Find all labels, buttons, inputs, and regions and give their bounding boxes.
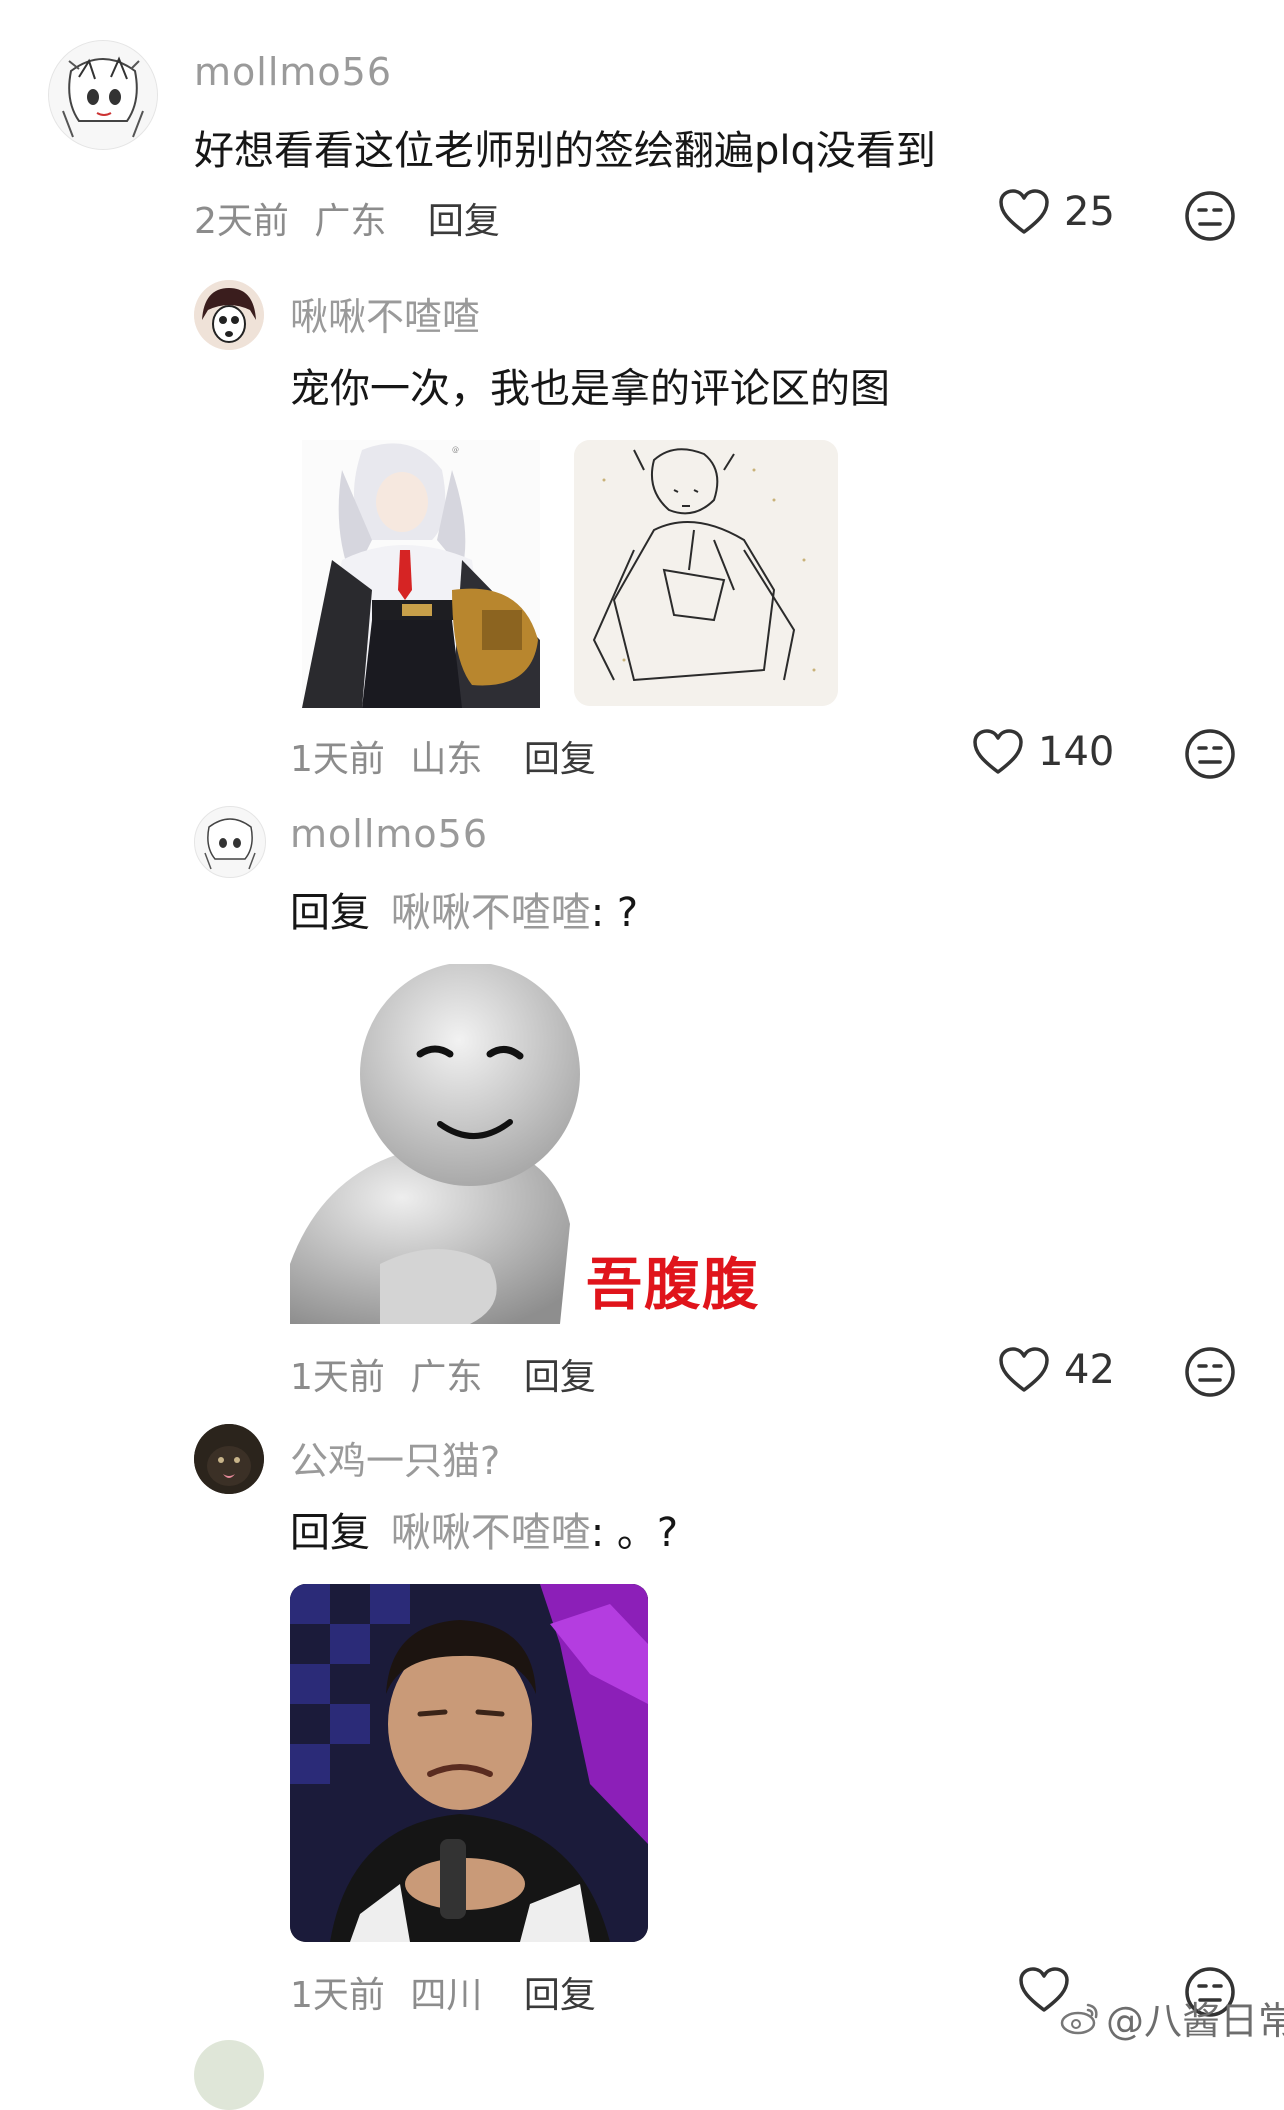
avatar-reply-3[interactable] xyxy=(194,1424,264,1494)
reply-2-reply-to[interactable]: 啾啾不喳喳 xyxy=(391,890,591,936)
comment-like-count: 25 xyxy=(1064,189,1115,235)
weibo-watermark: @八酱日常 xyxy=(1060,1990,1284,2045)
cartoon-avatar-illustration xyxy=(194,280,264,350)
comment-text: 好想看看这位老师别的签绘翻遍plq没看到 xyxy=(194,128,936,174)
avatar-reply-2[interactable] xyxy=(194,806,266,878)
reply-3-username[interactable]: 公鸡一只猫? xyxy=(290,1430,500,1485)
reply-3-reply-text: : 。? xyxy=(590,1510,679,1556)
comment-meta: 2天前 广东 回复 xyxy=(194,192,500,244)
neutral-face-icon xyxy=(1185,191,1235,241)
comment-location: 广东 xyxy=(314,201,387,242)
heart-outline-icon xyxy=(999,1347,1049,1392)
comment-dislike-button[interactable] xyxy=(1184,190,1236,242)
reply-3-time: 1天前 xyxy=(290,1975,385,2016)
reply-3-location: 四川 xyxy=(410,1975,483,2016)
reply-2-location: 广东 xyxy=(410,1357,483,1398)
comment-time: 2天前 xyxy=(194,201,289,242)
reply-1-like-button[interactable]: 140 xyxy=(972,728,1114,776)
reply-1-time: 1天前 xyxy=(290,739,385,780)
comment-username[interactable]: mollmo56 xyxy=(194,50,392,94)
reply-1-location: 山东 xyxy=(410,739,483,780)
heart-outline-icon xyxy=(973,729,1023,774)
reply-3-reply-prefix: 回复 xyxy=(290,1510,370,1556)
neutral-face-icon xyxy=(1185,729,1235,779)
reply-2-reply-button[interactable]: 回复 xyxy=(524,1357,596,1398)
reply-1-like-count: 140 xyxy=(1038,729,1115,775)
reply-2-dislike-button[interactable] xyxy=(1184,1346,1236,1398)
watermark-text: @八酱日常 xyxy=(1106,1999,1284,2043)
reply-2-username[interactable]: mollmo56 xyxy=(290,812,488,856)
reply-1-reply-button[interactable]: 回复 xyxy=(524,739,596,780)
reply-2-time: 1天前 xyxy=(290,1357,385,1398)
reply-2-reply-prefix: 回复 xyxy=(290,890,370,936)
reply-1-image-sketch[interactable] xyxy=(574,440,838,706)
reply-2-meta: 1天前 广东 回复 xyxy=(290,1348,596,1400)
weibo-icon xyxy=(1060,2003,1098,2034)
reply-3-reply-button[interactable]: 回复 xyxy=(524,1975,596,2016)
reply-1-text: 宠你一次，我也是拿的评论区的图 xyxy=(290,366,890,412)
reply-3-meta: 1天前 四川 回复 xyxy=(290,1966,596,2018)
reply-1-image-anime-girl[interactable]: @ xyxy=(302,440,540,708)
avatar-reply-1[interactable] xyxy=(194,280,264,350)
reply-2-like-button[interactable]: 42 xyxy=(998,1346,1115,1394)
cat-avatar-photo xyxy=(194,1424,264,1494)
reply-3-meme-image[interactable] xyxy=(290,1584,648,1942)
reply-2-like-count: 42 xyxy=(1064,1347,1115,1393)
avatar-mollmo56[interactable] xyxy=(48,40,158,150)
neutral-face-icon xyxy=(1185,1347,1235,1397)
heart-outline-icon xyxy=(999,189,1049,234)
reply-1-meta: 1天前 山东 回复 xyxy=(290,730,596,782)
anime-avatar-illustration xyxy=(195,807,265,877)
reply-2-text: 回复 啾啾不喳喳: ? xyxy=(290,880,638,938)
reply-1-username[interactable]: 啾啾不喳喳 xyxy=(290,286,480,341)
avatar-next-comment[interactable] xyxy=(194,2040,264,2110)
reply-2-reply-text: : ? xyxy=(590,890,639,936)
svg-text:@: @ xyxy=(452,446,459,454)
reply-3-text: 回复 啾啾不喳喳: 。? xyxy=(290,1500,678,1558)
reply-3-reply-to[interactable]: 啾啾不喳喳 xyxy=(391,1510,591,1556)
comment-like-button[interactable]: 25 xyxy=(998,188,1115,236)
comment-reply-button[interactable]: 回复 xyxy=(428,201,500,242)
sticker-caption: 吾腹腹 xyxy=(586,1253,760,1318)
reply-1-dislike-button[interactable] xyxy=(1184,728,1236,780)
anime-avatar-illustration xyxy=(49,41,157,149)
